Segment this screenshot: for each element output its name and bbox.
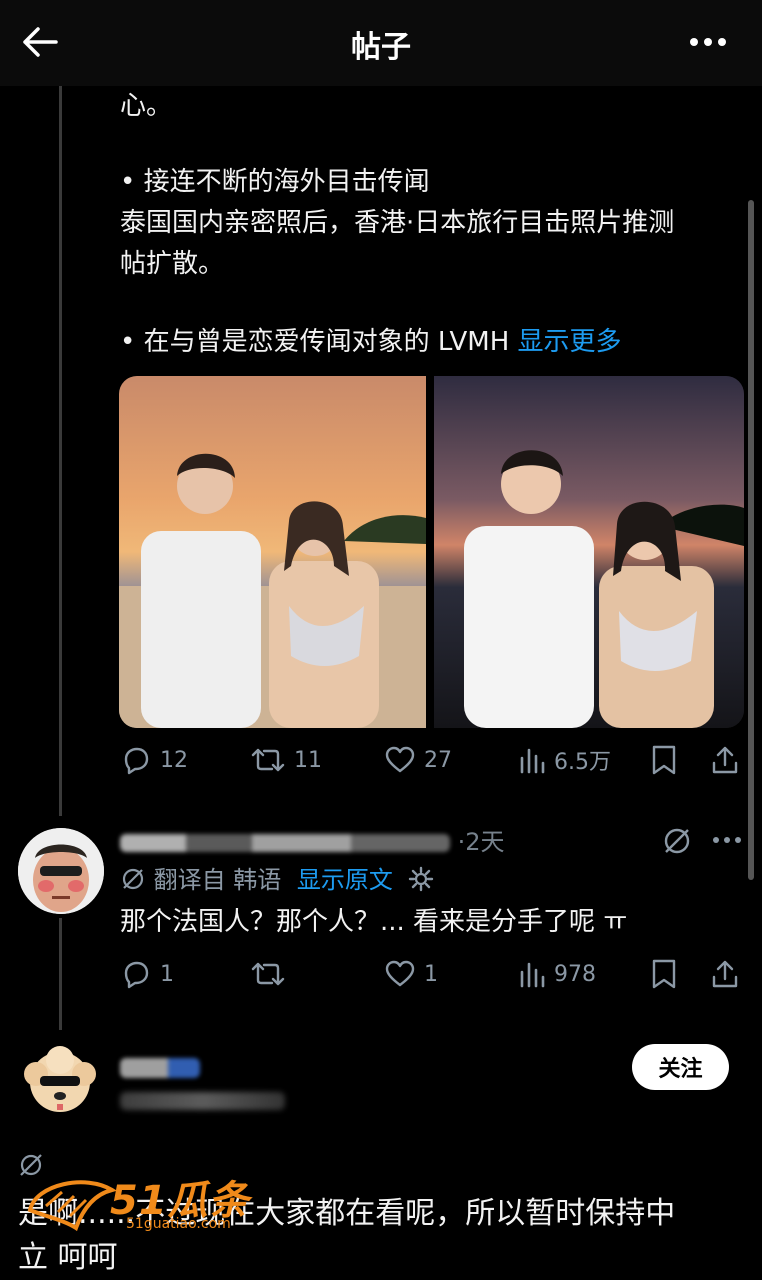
reply-count: 12	[160, 747, 188, 773]
avatar[interactable]	[18, 828, 104, 914]
reply-more-icon[interactable]	[712, 832, 742, 852]
share-button[interactable]	[710, 744, 740, 776]
avatar[interactable]	[20, 1042, 100, 1122]
scrollbar[interactable]	[748, 200, 754, 880]
post-text-line: 泰国国内亲密照后，香港·日本旅行目击照片推测	[120, 208, 675, 238]
share-button[interactable]	[710, 958, 740, 990]
reply-text: 那个法国人？那个人？... 看来是分手了呢 ㅠ	[120, 907, 628, 937]
grok-icon[interactable]	[662, 826, 692, 860]
reply-icon	[124, 747, 149, 775]
reply-icon	[124, 961, 149, 989]
like-button[interactable]: 1	[384, 958, 438, 990]
bookmark-icon	[652, 959, 676, 989]
show-original-link[interactable]: 显示原文	[297, 866, 393, 894]
repost-icon	[251, 748, 285, 772]
translated-from-label: 翻译自 韩语	[153, 866, 282, 894]
view-count: 6.5万	[554, 750, 611, 775]
views-chart-icon	[520, 962, 545, 988]
follow-button[interactable]: 关注	[632, 1044, 729, 1090]
photo-right	[434, 376, 744, 728]
translation-row: 翻译自 韩语 显示原文	[120, 860, 435, 900]
repost-button[interactable]	[250, 958, 286, 990]
page-title: 帖子	[351, 30, 411, 65]
translate-icon	[122, 868, 144, 890]
top-bar: 帖子	[0, 0, 762, 86]
bookmark-icon	[652, 745, 676, 775]
show-more-link[interactable]: 显示更多	[518, 327, 622, 357]
grok-icon[interactable]	[18, 1152, 44, 1182]
thread-line	[59, 86, 62, 816]
thread-line	[59, 918, 62, 1030]
post-media[interactable]	[119, 376, 744, 728]
redacted-display-name	[120, 1058, 200, 1078]
reply-count: 1	[160, 961, 174, 987]
post-text-line: • 接连不断的海外目击传闻	[120, 167, 430, 197]
photo-left	[119, 376, 426, 728]
reply-text-line: 立 呵呵	[18, 1240, 118, 1275]
heart-icon	[385, 960, 415, 987]
repost-count: 11	[294, 747, 322, 773]
share-icon	[712, 746, 738, 774]
repost-button[interactable]: 11	[250, 744, 322, 776]
view-count: 978	[554, 961, 596, 987]
post-text-line: 帖扩散。	[120, 249, 225, 279]
heart-icon	[385, 746, 415, 773]
share-icon	[712, 960, 738, 988]
bookmark-button[interactable]	[650, 744, 678, 776]
like-count: 1	[424, 961, 438, 987]
more-options-icon[interactable]	[688, 28, 728, 56]
post-text-line: 心。	[120, 91, 173, 121]
reply-author-row: ·2天	[120, 822, 505, 862]
like-button[interactable]: 27	[384, 744, 452, 776]
views-button[interactable]: 6.5万	[518, 744, 611, 776]
settings-gear-icon[interactable]	[407, 865, 435, 893]
views-button[interactable]: 978	[518, 958, 596, 990]
reply-button[interactable]: 1	[120, 958, 174, 990]
reply-button[interactable]: 12	[120, 744, 188, 776]
repost-icon	[251, 962, 285, 986]
post-text-line: • 在与曾是恋爱传闻对象的 LVMH 显示更多	[120, 322, 622, 362]
bookmark-button[interactable]	[650, 958, 678, 990]
like-count: 27	[424, 747, 452, 773]
reply-text-line: 是啊......不过现在大家都在看呢，所以暂时保持中	[18, 1196, 676, 1231]
post-text-segment: • 在与曾是恋爱传闻对象的 LVMH	[120, 327, 518, 357]
views-chart-icon	[520, 748, 545, 774]
redacted-username	[120, 834, 450, 852]
reply-timestamp: ·2天	[457, 828, 505, 856]
redacted-handle	[120, 1092, 285, 1110]
